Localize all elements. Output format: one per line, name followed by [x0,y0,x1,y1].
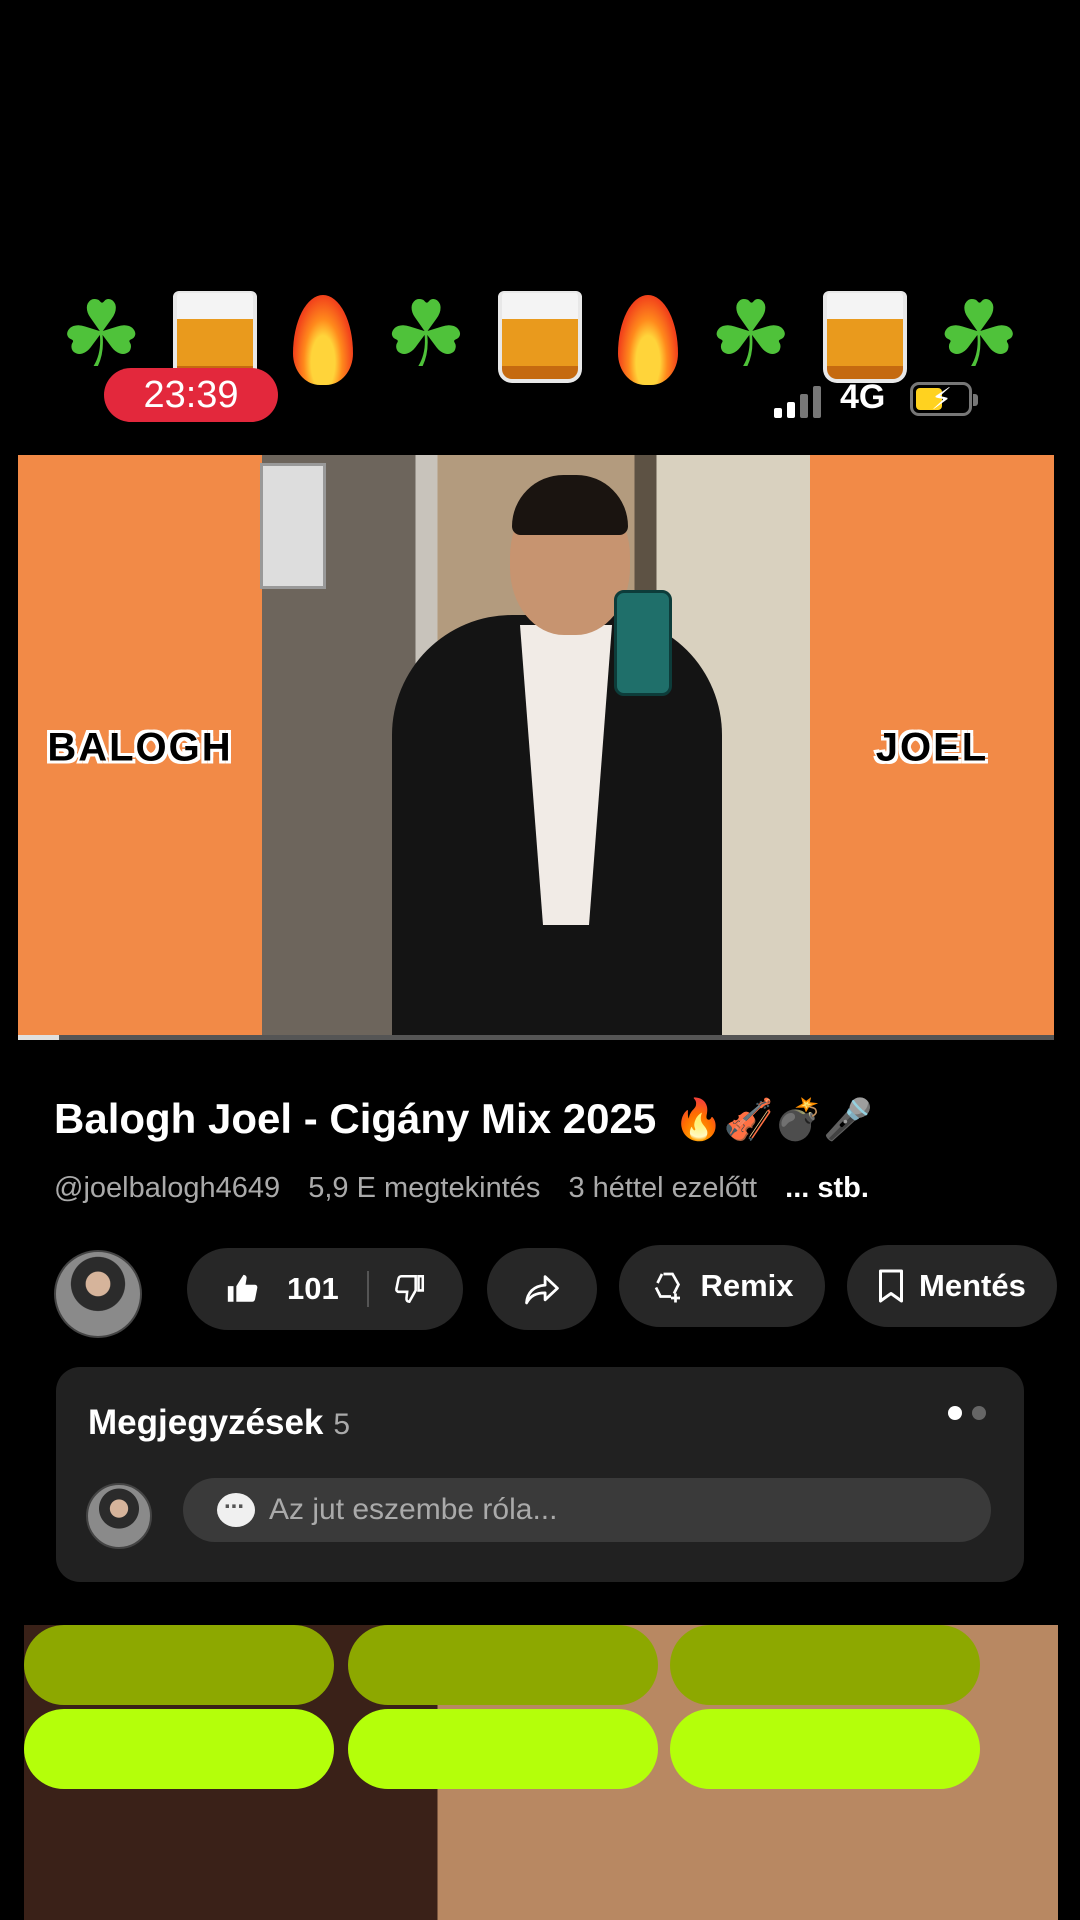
remix-icon [650,1268,686,1304]
fire-icon [613,285,683,385]
left-name-panel: BALOGH [18,455,262,1040]
comments-header: Megjegyzések 5 [88,1403,350,1443]
video-thumbnail-photo [260,455,810,1040]
like-count[interactable]: 101 [287,1271,339,1307]
like-icon[interactable] [225,1272,259,1306]
like-dislike-pill: 101 [187,1248,463,1330]
shamrock-icon: ☘ [709,281,792,388]
share-button[interactable] [487,1248,597,1330]
save-label: Mentés [919,1268,1026,1303]
preview-bar [348,1625,658,1705]
comments-card[interactable]: Megjegyzések 5 Az jut eszembe róla... [56,1367,1024,1582]
view-count: 5,9 E megtekintés [308,1172,541,1204]
video-progress-bar[interactable] [18,1035,1054,1040]
signal-strength-icon [774,384,821,418]
comment-placeholder: Az jut eszembe róla... [269,1493,558,1526]
share-icon [523,1272,561,1306]
preview-bar [670,1625,980,1705]
video-title-text: Balogh Joel - Cigány Mix 2025 [54,1095,657,1142]
user-avatar [86,1483,152,1549]
upload-age: 3 héttel ezelőtt [568,1172,758,1204]
next-video-preview[interactable] [24,1625,1058,1920]
whisky-glass-icon [494,287,586,383]
preview-bar [24,1625,334,1705]
whisky-glass-icon [819,287,911,383]
channel-handle[interactable]: @joelbalogh4649 [54,1172,280,1204]
save-button[interactable]: Mentés [847,1245,1057,1327]
right-name-panel: JOEL [810,455,1054,1040]
video-progress-fill [18,1035,60,1040]
network-type: 4G [840,378,886,416]
comments-count: 5 [333,1408,351,1441]
video-meta[interactable]: @joelbalogh4649 5,9 E megtekintés 3 hétt… [54,1172,889,1205]
shamrock-icon: ☘ [384,281,468,388]
bookmark-icon [877,1268,905,1304]
comments-title: Megjegyzések [88,1403,324,1442]
status-time: 23:39 [104,368,278,422]
battery-charging-icon: ⚡ [910,382,978,416]
remix-label: Remix [700,1268,794,1303]
video-player[interactable]: BALOGH JOEL [18,455,1054,1040]
preview-bar [670,1709,980,1789]
remix-button[interactable]: Remix [619,1245,825,1327]
more-link[interactable]: ... stb. [785,1172,869,1204]
channel-avatar[interactable] [54,1250,142,1338]
comment-input[interactable]: Az jut eszembe róla... [183,1478,991,1542]
dislike-icon[interactable] [393,1272,427,1306]
preview-bar [348,1709,658,1789]
video-title: Balogh Joel - Cigány Mix 2025 🔥🎻💣🎤 [54,1095,1044,1143]
preview-bar [24,1709,334,1789]
title-emojis: 🔥🎻💣🎤 [673,1097,874,1143]
fire-icon [288,285,358,385]
like-divider [366,1271,369,1307]
speech-bubble-icon [217,1487,255,1527]
shamrock-icon: ☘ [937,281,1020,388]
right-panel-text: JOEL [875,725,989,769]
comments-page-indicator [948,1406,986,1420]
left-panel-text: BALOGH [47,725,233,769]
